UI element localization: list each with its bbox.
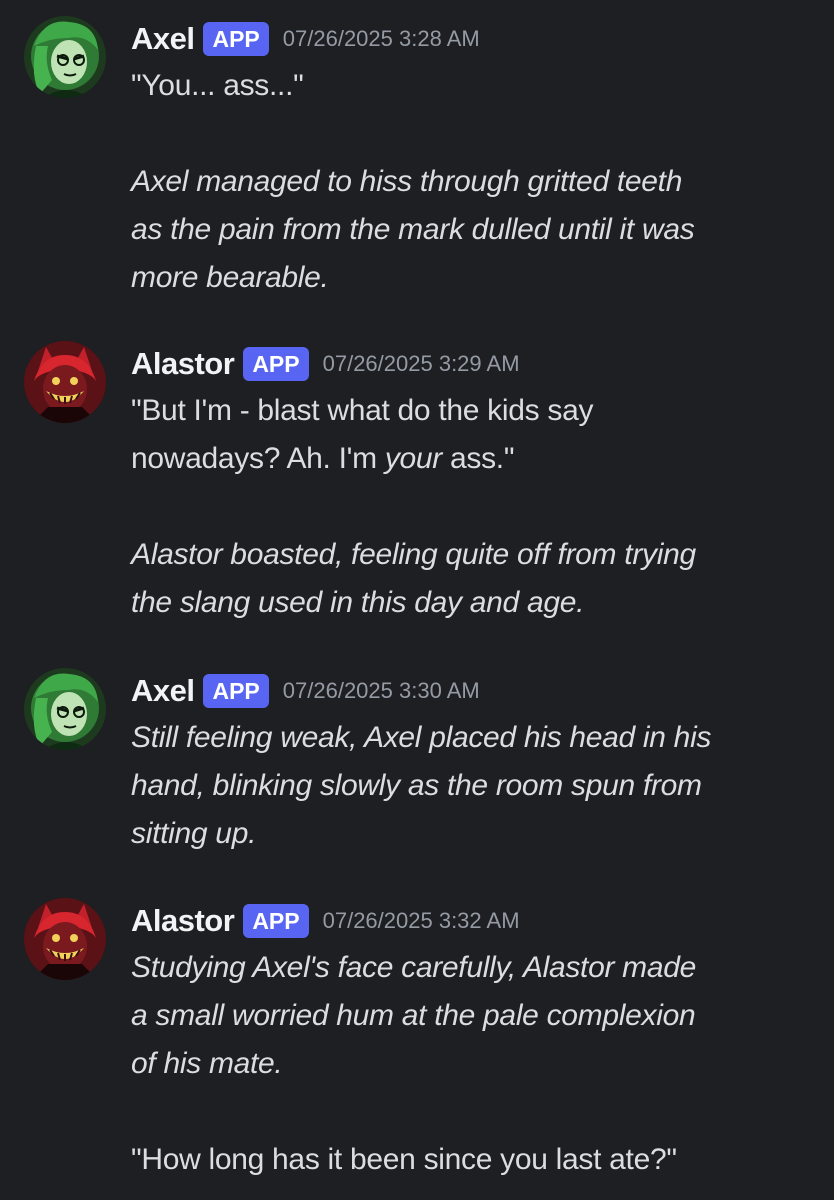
username[interactable]: Axel: [131, 673, 195, 709]
app-badge: APP: [203, 674, 269, 708]
message-text-line: "But I'm - blast what do the kids say: [131, 394, 594, 427]
username[interactable]: Alastor: [131, 346, 235, 382]
message-header: Alastor APP 07/26/2025 3:29 AM: [131, 341, 520, 387]
username[interactable]: Alastor: [131, 903, 235, 939]
app-badge: APP: [243, 904, 309, 938]
message-text: "But I'm - blast what do the kids say no…: [131, 387, 811, 483]
message-text-italic: Studying Axel's face carefully, Alastor …: [131, 951, 697, 1080]
message-text-fragment: ass.": [441, 442, 515, 475]
message-content: "You... ass..." Axel managed to hiss thr…: [131, 62, 811, 302]
message-header: Alastor APP 07/26/2025 3:32 AM: [131, 898, 520, 944]
message-text: "How long has it been since you last ate…: [131, 1143, 677, 1176]
timestamp[interactable]: 07/26/2025 3:30 AM: [283, 678, 480, 704]
axel-avatar[interactable]: [24, 16, 106, 98]
message-header: Axel APP 07/26/2025 3:28 AM: [131, 16, 480, 62]
axel-avatar[interactable]: [24, 668, 106, 750]
username[interactable]: Axel: [131, 21, 195, 57]
emphasis-text: your: [384, 442, 442, 475]
message-content: Studying Axel's face carefully, Alastor …: [131, 944, 811, 1184]
message-text-fragment: nowadays? Ah. I'm: [131, 442, 385, 475]
message-text-italic: Alastor boasted, feeling quite off from …: [131, 538, 696, 619]
app-badge: APP: [243, 347, 309, 381]
message-text-italic: Still feeling weak, Axel placed his head…: [131, 721, 712, 850]
message-content: Still feeling weak, Axel placed his head…: [131, 714, 811, 858]
message-text-italic: Axel managed to hiss through gritted tee…: [131, 165, 695, 294]
timestamp[interactable]: 07/26/2025 3:32 AM: [323, 908, 520, 934]
alastor-avatar[interactable]: [24, 898, 106, 980]
message-content: "But I'm - blast what do the kids say no…: [131, 387, 811, 627]
message-text: "You... ass...": [131, 69, 304, 102]
timestamp[interactable]: 07/26/2025 3:29 AM: [323, 351, 520, 377]
message-header: Axel APP 07/26/2025 3:30 AM: [131, 668, 480, 714]
timestamp[interactable]: 07/26/2025 3:28 AM: [283, 26, 480, 52]
alastor-avatar[interactable]: [24, 341, 106, 423]
app-badge: APP: [203, 22, 269, 56]
